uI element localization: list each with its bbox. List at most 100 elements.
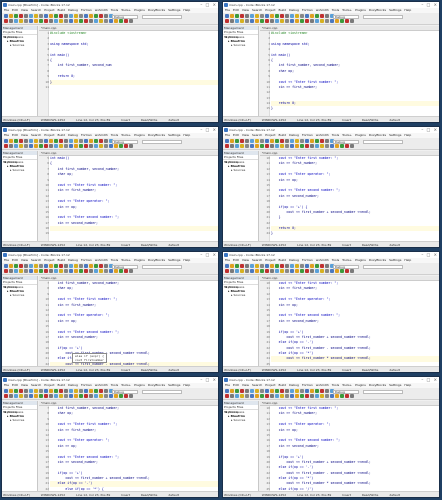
toolbar-button-icon[interactable]	[99, 19, 103, 23]
menu-item[interactable]: Help	[404, 8, 411, 12]
toolbar-button-icon[interactable]	[240, 394, 244, 398]
menu-item[interactable]: Debug	[68, 8, 78, 12]
menu-item[interactable]: View	[21, 383, 28, 387]
tree-item-sources[interactable]: ▸ Sources	[4, 43, 37, 47]
menu-item[interactable]: Tools	[111, 8, 118, 12]
toolbar-button-icon[interactable]	[305, 14, 309, 18]
toolbar-button-icon[interactable]	[250, 144, 254, 148]
menu-item[interactable]: Help	[183, 383, 190, 387]
toolbar-button-icon[interactable]	[14, 139, 18, 143]
toolbar-button-icon[interactable]	[325, 389, 329, 393]
toolbar-button-icon[interactable]	[230, 269, 234, 273]
build-target-select[interactable]: Debug	[112, 390, 138, 394]
tree-item-sources[interactable]: ▸ Sources	[225, 43, 258, 47]
toolbar-button-icon[interactable]	[14, 14, 18, 18]
menu-item[interactable]: Tools+	[342, 133, 352, 137]
menu-item[interactable]: Search	[252, 383, 262, 387]
toolbar-button-icon[interactable]	[250, 269, 254, 273]
toolbar-button-icon[interactable]	[255, 389, 259, 393]
menu-item[interactable]: Edit	[12, 383, 18, 387]
toolbar-button-icon[interactable]	[315, 389, 319, 393]
toolbar-button-icon[interactable]	[74, 264, 78, 268]
toolbar-button-icon[interactable]	[9, 269, 13, 273]
toolbar-button-icon[interactable]	[49, 264, 53, 268]
menu-item[interactable]: File	[225, 133, 230, 137]
toolbar-button-icon[interactable]	[350, 394, 354, 398]
toolbar-button-icon[interactable]	[225, 139, 229, 143]
code-editor[interactable]: *main.cpp 7 int first_number, second_num…	[39, 276, 218, 371]
window-controls[interactable]: – □ ×	[421, 377, 438, 383]
menu-item[interactable]: View	[242, 258, 249, 262]
menu-item[interactable]: Edit	[233, 258, 239, 262]
toolbar-button-icon[interactable]	[19, 144, 23, 148]
toolbar-button-icon[interactable]	[305, 139, 309, 143]
code-line[interactable]: 15}	[266, 106, 439, 111]
menu-item[interactable]: Debug	[289, 8, 299, 12]
toolbar-button-icon[interactable]	[225, 19, 229, 23]
toolbar-button-icon[interactable]	[29, 264, 33, 268]
toolbar-button-icon[interactable]	[29, 389, 33, 393]
menu-item[interactable]: Project	[265, 133, 275, 137]
toolbar-button-icon[interactable]	[300, 144, 304, 148]
toolbar-button-icon[interactable]	[245, 389, 249, 393]
toolbar-button-icon[interactable]	[34, 264, 38, 268]
toolbar-button-icon[interactable]	[49, 139, 53, 143]
menu-item[interactable]: Project	[265, 258, 275, 262]
menu-item[interactable]: Search	[252, 8, 262, 12]
toolbar-button-icon[interactable]	[104, 144, 108, 148]
toolbar-button-icon[interactable]	[24, 394, 28, 398]
toolbar-button-icon[interactable]	[69, 144, 73, 148]
menu-item[interactable]: View	[242, 133, 249, 137]
menu-item[interactable]: Help	[183, 133, 190, 137]
toolbar-button-icon[interactable]	[119, 269, 123, 273]
toolbar-button-icon[interactable]	[315, 139, 319, 143]
toolbar-button-icon[interactable]	[295, 19, 299, 23]
menu-item[interactable]: Project	[44, 8, 54, 12]
menu-item[interactable]: Tools	[332, 258, 339, 262]
toolbar-button-icon[interactable]	[230, 264, 234, 268]
menu-item[interactable]: File	[4, 258, 9, 262]
code-line[interactable]: 11	[45, 85, 218, 90]
tree-item-sources[interactable]: ▸ Sources	[225, 168, 258, 172]
toolbar-button-icon[interactable]	[124, 394, 128, 398]
toolbar-button-icon[interactable]	[265, 389, 269, 393]
toolbar-button-icon[interactable]	[240, 389, 244, 393]
toolbar-button-icon[interactable]	[315, 19, 319, 23]
toolbar-button-icon[interactable]	[39, 389, 43, 393]
toolbar-button-icon[interactable]	[245, 269, 249, 273]
menu-item[interactable]: DoxyBlocks	[369, 133, 386, 137]
toolbar-button-icon[interactable]	[79, 144, 83, 148]
toolbar-button-icon[interactable]	[4, 144, 8, 148]
toolbar-button-icon[interactable]	[325, 269, 329, 273]
toolbar-button-icon[interactable]	[260, 139, 264, 143]
code-completion-scope[interactable]	[363, 390, 403, 394]
toolbar-button-icon[interactable]	[285, 264, 289, 268]
toolbar-button-icon[interactable]	[79, 14, 83, 18]
menu-item[interactable]: Build	[279, 383, 287, 387]
toolbar-button-icon[interactable]	[94, 144, 98, 148]
toolbar-button-icon[interactable]	[69, 264, 73, 268]
toolbar-button-icon[interactable]	[109, 394, 113, 398]
build-target-select[interactable]: Debug	[333, 390, 359, 394]
menu-item[interactable]: Settings	[168, 258, 180, 262]
toolbar-button-icon[interactable]	[9, 139, 13, 143]
toolbar-button-icon[interactable]	[89, 264, 93, 268]
toolbar-button-icon[interactable]	[285, 14, 289, 18]
menu-item[interactable]: View	[21, 133, 28, 137]
toolbar-button-icon[interactable]	[260, 394, 264, 398]
toolbar-button-icon[interactable]	[255, 19, 259, 23]
menu-item[interactable]: Settings	[168, 133, 180, 137]
toolbar-button-icon[interactable]	[104, 14, 108, 18]
menu-item[interactable]: Tools+	[342, 8, 352, 12]
menu-item[interactable]: Help	[404, 258, 411, 262]
menu-item[interactable]: Edit	[12, 8, 18, 12]
window-controls[interactable]: – □ ×	[421, 2, 438, 8]
menu-item[interactable]: Debug	[289, 133, 299, 137]
toolbar-button-icon[interactable]	[74, 269, 78, 273]
toolbar-button-icon[interactable]	[84, 19, 88, 23]
toolbar-button-icon[interactable]	[69, 389, 73, 393]
toolbar-button-icon[interactable]	[300, 389, 304, 393]
toolbar-button-icon[interactable]	[54, 269, 58, 273]
toolbar-button-icon[interactable]	[99, 264, 103, 268]
toolbar-button-icon[interactable]	[129, 19, 133, 23]
